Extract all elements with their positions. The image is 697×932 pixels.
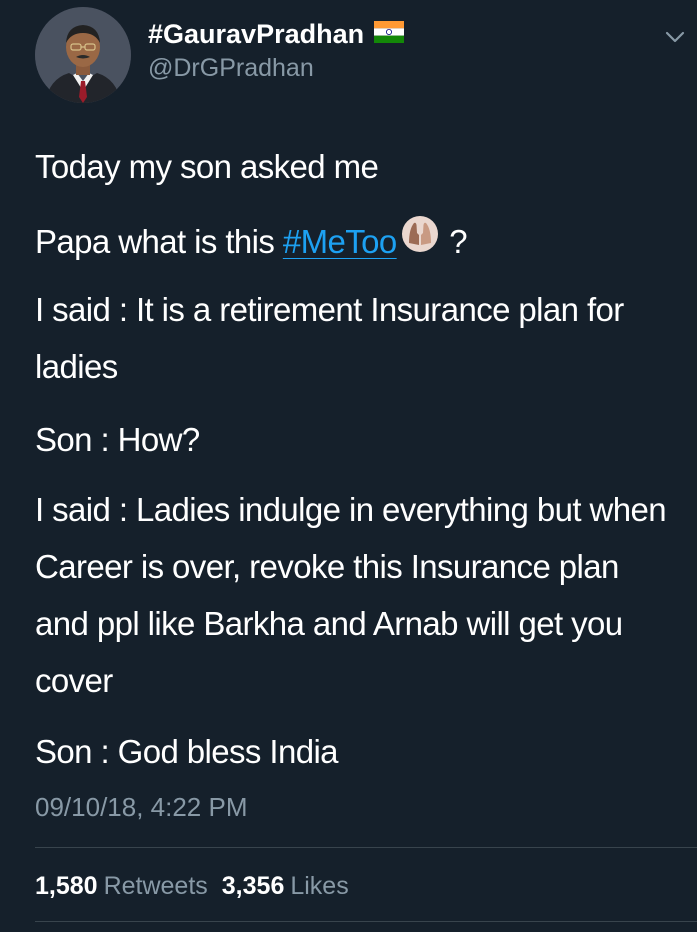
raised-hands-icon bbox=[401, 213, 439, 270]
india-flag-icon bbox=[374, 18, 405, 50]
retweets-count: 1,580 bbox=[35, 872, 98, 900]
tweet-stats: 1,580 Retweets 3,356 Likes bbox=[35, 871, 363, 901]
tweet-card: #GauravPradhan @DrGPradhan Today my son … bbox=[0, 0, 697, 932]
tweet-line-5: I said : Ladies indulge in everything bu… bbox=[35, 491, 667, 699]
hashtag-link[interactable]: #MeToo bbox=[283, 223, 397, 260]
likes-label: Likes bbox=[290, 872, 349, 900]
tweet-line-6: Son : God bless India bbox=[35, 733, 339, 770]
likes-count: 3,356 bbox=[221, 872, 285, 900]
divider bbox=[35, 847, 697, 848]
tweet-line-3: I said : It is a retirement Insurance pl… bbox=[35, 291, 624, 385]
profile-photo bbox=[35, 7, 131, 103]
retweets-stat[interactable]: 1,580 Retweets bbox=[35, 872, 222, 900]
tweet-line-4: Son : How? bbox=[35, 421, 200, 458]
tweet-line-2-end: ? bbox=[440, 223, 467, 260]
chevron-down-icon[interactable] bbox=[664, 26, 686, 48]
tweet-line-2: Papa what is this #MeToo ? bbox=[35, 213, 468, 270]
tweet-line-1: Today my son asked me bbox=[35, 148, 379, 185]
tweet-line-2-text: Papa what is this bbox=[35, 223, 283, 260]
avatar[interactable] bbox=[35, 7, 131, 103]
tweet-timestamp[interactable]: 09/10/18, 4:22 PM bbox=[35, 791, 247, 823]
display-name-text: #GauravPradhan bbox=[148, 19, 365, 49]
retweets-label: Retweets bbox=[103, 872, 208, 900]
display-name[interactable]: #GauravPradhan bbox=[148, 18, 405, 50]
divider bbox=[35, 921, 697, 922]
likes-stat[interactable]: 3,356 Likes bbox=[222, 872, 363, 900]
user-handle[interactable]: @DrGPradhan bbox=[148, 53, 314, 83]
